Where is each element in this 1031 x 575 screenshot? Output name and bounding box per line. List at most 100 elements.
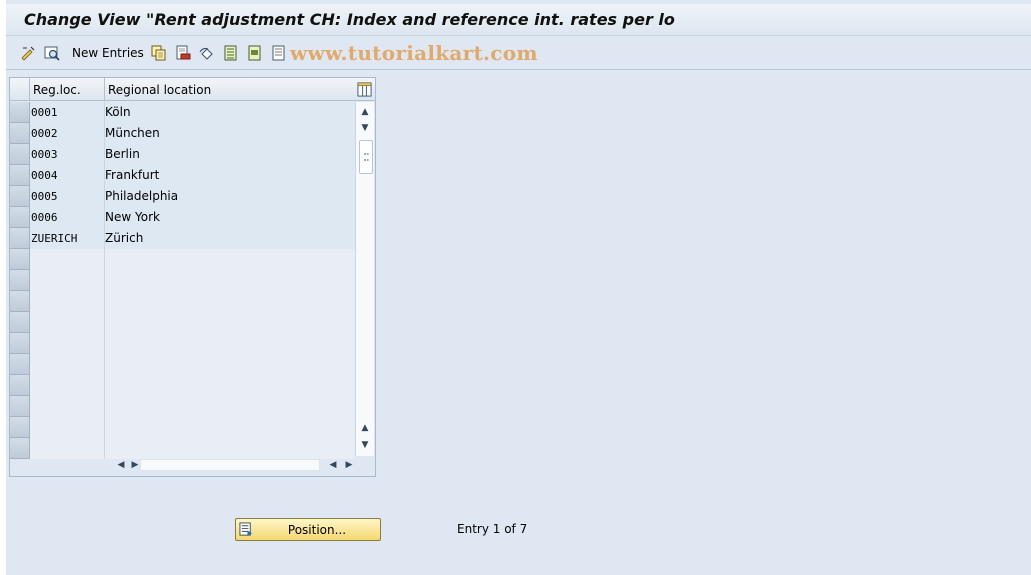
scroll-page-down-icon[interactable]: ▼ — [359, 122, 371, 134]
vertical-scrollbar[interactable]: ▲ ▼ ▲ ▼ — [355, 102, 374, 456]
column-header-regional-location[interactable]: Regional location — [105, 78, 355, 101]
empty-table-row[interactable] — [10, 312, 355, 333]
table-row[interactable]: 0001 Köln — [10, 102, 355, 123]
regional-location-cell[interactable] — [105, 396, 355, 417]
delete-icon[interactable] — [175, 45, 191, 61]
row-selector[interactable] — [10, 165, 30, 186]
scroll-up-icon[interactable]: ▲ — [359, 106, 371, 118]
grip-icon — [364, 153, 369, 161]
deselect-all-icon[interactable] — [271, 45, 287, 61]
regloc-cell[interactable] — [30, 291, 105, 312]
select-all-column-header[interactable] — [10, 78, 30, 101]
horizontal-scrollbar[interactable]: ◀ ▶ ◀ ▶ — [105, 457, 355, 473]
regional-location-cell[interactable]: Köln — [105, 102, 355, 123]
row-selector[interactable] — [10, 123, 30, 144]
row-selector[interactable] — [10, 207, 30, 228]
application-toolbar: New Entries www.tutorialkart.com — [6, 37, 1031, 70]
title-bar: Change View "Rent adjustment CH: Index a… — [6, 4, 1031, 36]
row-selector[interactable] — [10, 333, 30, 354]
regloc-cell[interactable]: ZUERICH — [30, 228, 105, 249]
scroll-page-up-icon[interactable]: ▲ — [359, 422, 371, 434]
regional-location-cell[interactable]: New York — [105, 207, 355, 228]
table-row[interactable]: 0006 New York — [10, 207, 355, 228]
row-selector[interactable] — [10, 102, 30, 123]
regional-location-cell[interactable]: Berlin — [105, 144, 355, 165]
row-selector[interactable] — [10, 291, 30, 312]
table-row[interactable]: 0003 Berlin — [10, 144, 355, 165]
position-button[interactable]: Position... — [235, 518, 381, 541]
regional-location-cell[interactable]: Frankfurt — [105, 165, 355, 186]
table-row[interactable]: ZUERICH Zürich — [10, 228, 355, 249]
empty-table-row[interactable] — [10, 417, 355, 438]
scroll-left-icon[interactable]: ◀ — [115, 459, 127, 471]
regloc-cell[interactable] — [30, 396, 105, 417]
table-row[interactable]: 0004 Frankfurt — [10, 165, 355, 186]
regional-location-cell[interactable]: Philadelphia — [105, 186, 355, 207]
regional-location-cell[interactable] — [105, 249, 355, 270]
row-selector[interactable] — [10, 228, 30, 249]
scroll-left-end-icon[interactable]: ◀ — [327, 459, 339, 471]
display-change-icon[interactable] — [20, 45, 36, 61]
regional-location-cell[interactable] — [105, 354, 355, 375]
regloc-cell[interactable] — [30, 270, 105, 291]
empty-table-row[interactable] — [10, 291, 355, 312]
table-settings-icon[interactable] — [355, 80, 373, 98]
scroll-thumb[interactable] — [359, 140, 373, 174]
regional-location-cell[interactable] — [105, 438, 355, 459]
position-button-label: Position... — [287, 523, 347, 537]
regloc-cell[interactable] — [30, 312, 105, 333]
undo-change-icon[interactable] — [199, 45, 215, 61]
regional-location-cell[interactable] — [105, 312, 355, 333]
regloc-cell[interactable] — [30, 438, 105, 459]
copy-as-icon[interactable] — [151, 45, 167, 61]
select-block-icon[interactable] — [247, 45, 263, 61]
row-selector[interactable] — [10, 186, 30, 207]
regloc-cell[interactable] — [30, 354, 105, 375]
row-selector[interactable] — [10, 144, 30, 165]
empty-table-row[interactable] — [10, 333, 355, 354]
empty-table-row[interactable] — [10, 375, 355, 396]
regional-location-cell[interactable] — [105, 270, 355, 291]
column-header-regloc[interactable]: Reg.loc. — [30, 78, 105, 101]
row-selector[interactable] — [10, 354, 30, 375]
regloc-cell[interactable]: 0005 — [30, 186, 105, 207]
regional-location-cell[interactable]: München — [105, 123, 355, 144]
empty-table-row[interactable] — [10, 438, 355, 459]
scroll-right-end-icon[interactable]: ▶ — [343, 459, 355, 471]
row-selector[interactable] — [10, 375, 30, 396]
row-selector[interactable] — [10, 312, 30, 333]
regloc-cell[interactable] — [30, 417, 105, 438]
regional-location-cell[interactable] — [105, 291, 355, 312]
empty-table-row[interactable] — [10, 354, 355, 375]
regloc-cell[interactable]: 0002 — [30, 123, 105, 144]
regional-location-cell[interactable] — [105, 375, 355, 396]
regional-location-cell[interactable] — [105, 333, 355, 354]
regloc-cell[interactable]: 0004 — [30, 165, 105, 186]
row-selector[interactable] — [10, 438, 30, 459]
page-title: Change View "Rent adjustment CH: Index a… — [24, 10, 675, 29]
regloc-cell[interactable]: 0003 — [30, 144, 105, 165]
empty-table-row[interactable] — [10, 396, 355, 417]
regloc-cell[interactable] — [30, 375, 105, 396]
row-selector[interactable] — [10, 396, 30, 417]
regional-location-cell[interactable]: Zürich — [105, 228, 355, 249]
row-selector[interactable] — [10, 417, 30, 438]
regloc-cell[interactable] — [30, 333, 105, 354]
regloc-cell[interactable]: 0001 — [30, 102, 105, 123]
empty-table-row[interactable] — [10, 249, 355, 270]
regional-location-cell[interactable] — [105, 417, 355, 438]
table-body: 0001 Köln 0002 München 0003 Berlin 0004 Fran… — [10, 102, 355, 459]
regloc-cell[interactable]: 0006 — [30, 207, 105, 228]
row-selector[interactable] — [10, 249, 30, 270]
details-icon[interactable] — [44, 45, 60, 61]
row-selector[interactable] — [10, 270, 30, 291]
empty-table-row[interactable] — [10, 270, 355, 291]
scroll-down-icon[interactable]: ▼ — [359, 439, 371, 451]
regloc-cell[interactable] — [30, 249, 105, 270]
new-entries-button[interactable]: New Entries — [72, 46, 144, 60]
select-all-icon[interactable] — [223, 45, 239, 61]
watermark: www.tutorialkart.com — [290, 41, 538, 65]
table-row[interactable]: 0005 Philadelphia — [10, 186, 355, 207]
table-row[interactable]: 0002 München — [10, 123, 355, 144]
horizontal-scroll-track[interactable] — [140, 459, 320, 471]
